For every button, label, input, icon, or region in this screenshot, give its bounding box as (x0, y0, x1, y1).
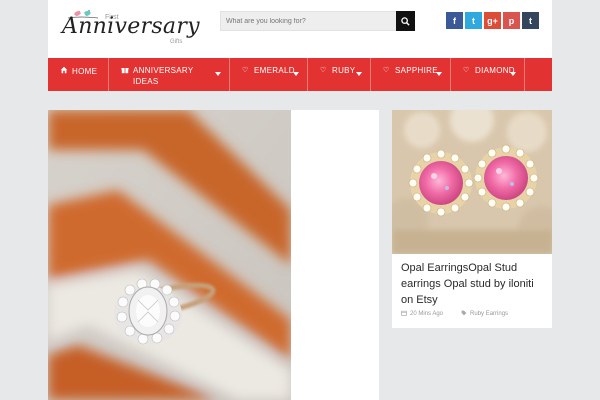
nav-label-sapphire: SAPPHIRE (395, 66, 438, 75)
chevron-down-icon (436, 72, 442, 76)
site-header: First Anniversary Gifts f t g+ p t (48, 0, 552, 58)
calendar-icon (401, 310, 407, 318)
nav-label-ruby: RUBY (332, 66, 356, 75)
site-logo[interactable]: First Anniversary Gifts (62, 8, 200, 50)
nav-label-anniversary-ideas: ANNIVERSARY IDEAS (133, 66, 194, 86)
pinterest-button[interactable]: p (503, 12, 520, 29)
search-box (220, 11, 415, 31)
heart-icon: ♡ (242, 67, 249, 74)
nav-item-diamond[interactable]: ♡ DIAMOND (451, 58, 525, 91)
nav-label-home: HOME (72, 67, 98, 76)
nav-item-anniversary-ideas[interactable]: ANNIVERSARY IDEAS (109, 58, 230, 91)
twitter-icon: t (472, 15, 475, 26)
chevron-down-icon (293, 72, 299, 76)
facebook-button[interactable]: f (446, 12, 463, 29)
card-tag[interactable]: Ruby Earrings (470, 311, 508, 317)
tag-icon (461, 310, 467, 318)
pinterest-icon: p (508, 15, 515, 26)
nav-label-emerald: EMERALD (254, 66, 295, 75)
social-links: f t g+ p t (446, 12, 539, 29)
google-plus-button[interactable]: g+ (484, 12, 501, 29)
nav-item-ruby[interactable]: ♡ RUBY (308, 58, 371, 91)
search-input[interactable] (221, 12, 397, 30)
card-title[interactable]: Opal EarringsOpal Stud earrings Opal stu… (401, 260, 546, 308)
nav-item-emerald[interactable]: ♡ EMERALD (230, 58, 308, 91)
main-nav: HOME ANNIVERSARY IDEAS ♡ EMERALD ♡ RUBY … (48, 58, 552, 91)
google-plus-icon: g+ (487, 15, 498, 26)
heart-icon: ♡ (320, 67, 327, 74)
heart-icon: ♡ (463, 67, 470, 74)
logo-title: Anniversary (62, 14, 200, 39)
gift-icon (121, 66, 129, 76)
card-meta: 20 Mins Ago Ruby Earrings (401, 310, 508, 318)
search-icon (401, 16, 410, 26)
search-button[interactable] (396, 11, 415, 31)
heart-icon: ♡ (383, 67, 390, 74)
featured-post (48, 110, 379, 400)
home-icon (60, 66, 68, 76)
nav-item-home[interactable]: HOME (48, 58, 109, 91)
card-time: 20 Mins Ago (410, 311, 444, 317)
nav-label-diamond: DIAMOND (475, 66, 515, 75)
chevron-down-icon (356, 72, 362, 76)
nav-item-sapphire[interactable]: ♡ SAPPHIRE (371, 58, 451, 91)
tumblr-button[interactable]: t (522, 12, 539, 29)
facebook-icon: f (453, 15, 456, 26)
tumblr-icon: t (529, 15, 532, 26)
ring-photo[interactable] (48, 110, 291, 400)
twitter-button[interactable]: t (465, 12, 482, 29)
post-card[interactable]: Opal EarringsOpal Stud earrings Opal stu… (392, 110, 552, 328)
chevron-down-icon (510, 72, 516, 76)
earring-photo[interactable] (392, 110, 552, 254)
chevron-down-icon (215, 72, 221, 76)
logo-gifts-text: Gifts (170, 39, 183, 45)
